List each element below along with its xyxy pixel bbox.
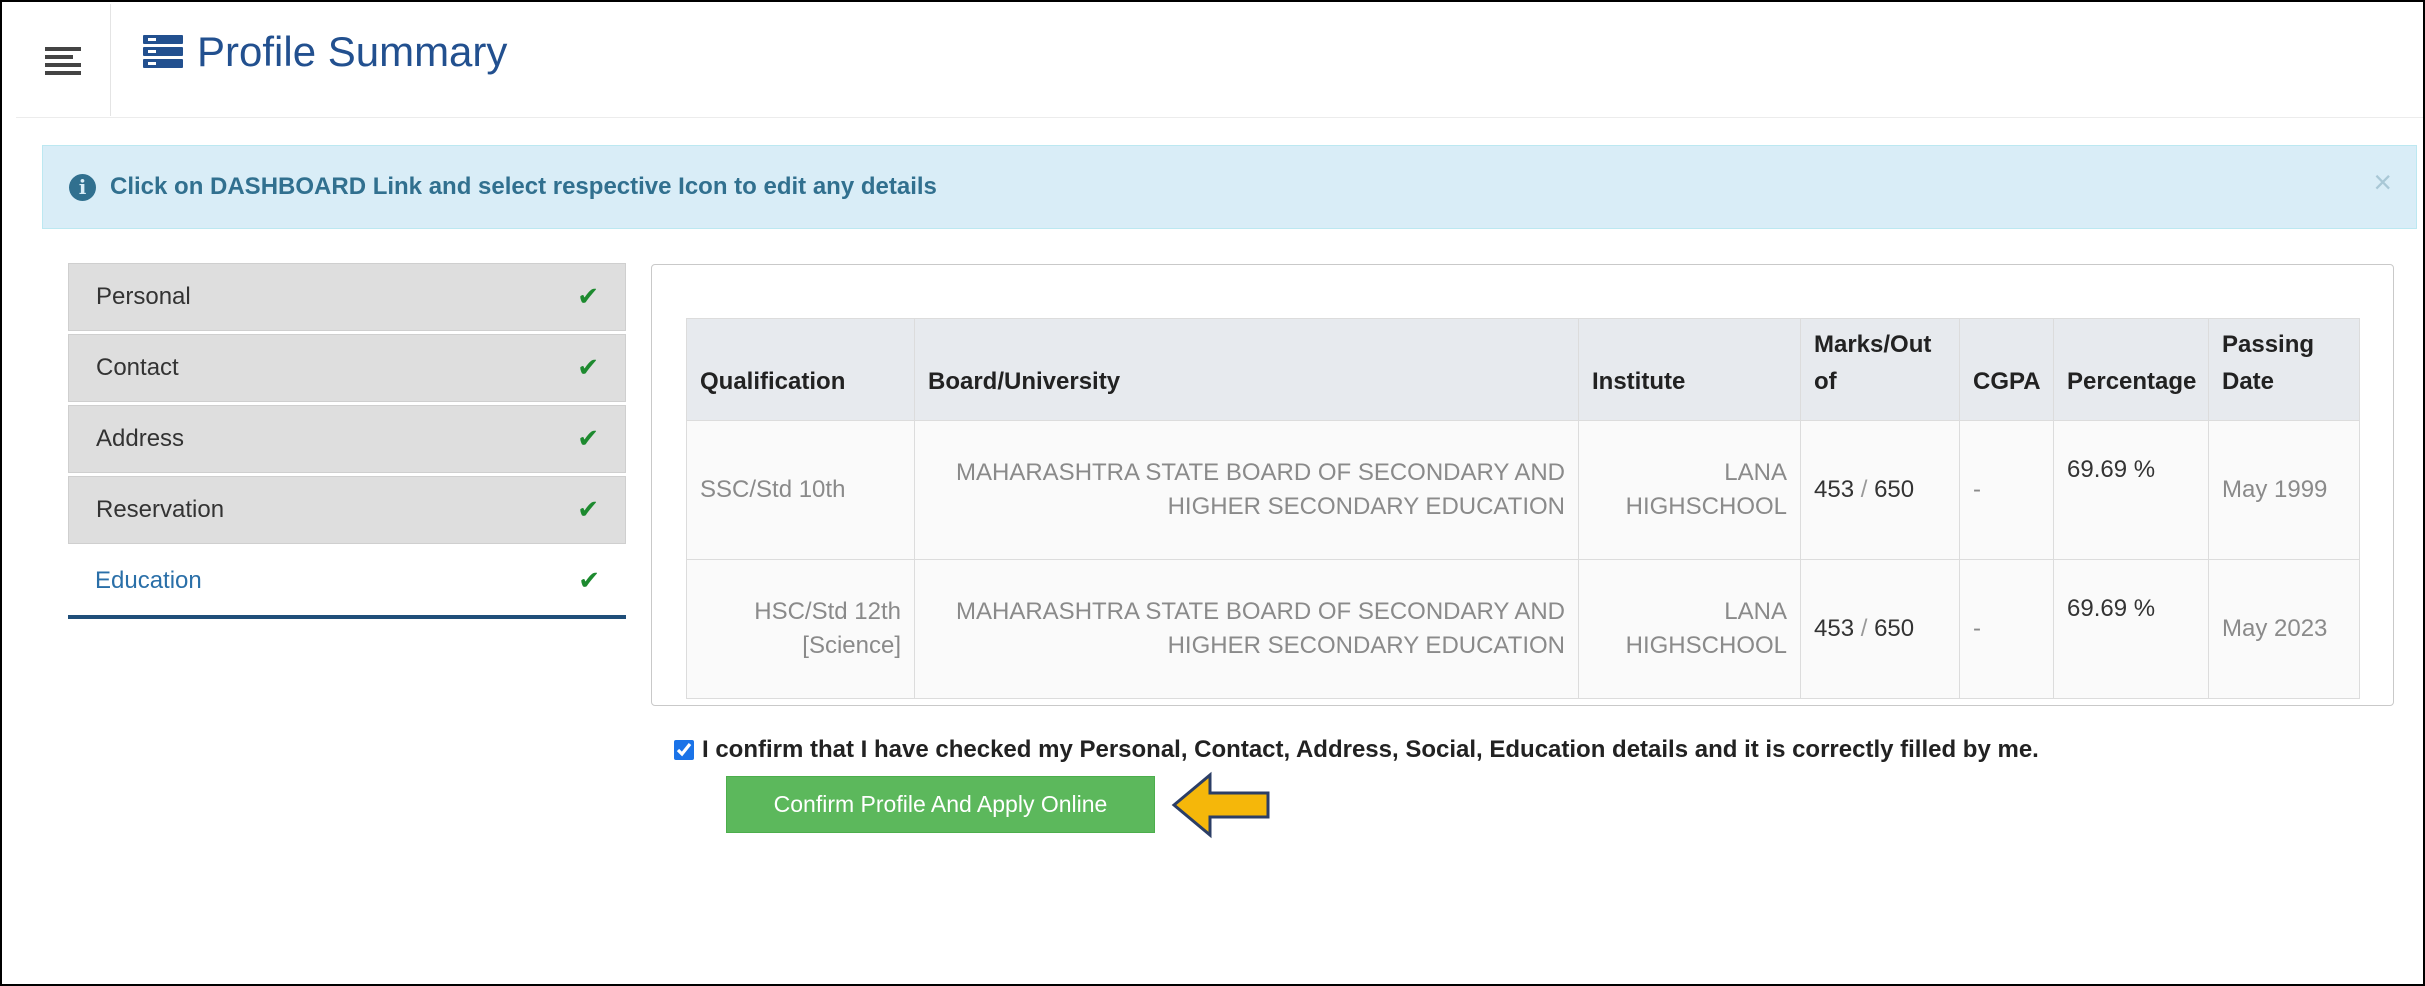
tab-label: Contact [96,354,179,381]
tab-education[interactable]: Education ✔ [68,547,626,619]
board-cell: MAHARASHTRA STATE BOARD OF SECONDARY AND… [914,559,1579,699]
page-title: Profile Summary [197,28,508,75]
tab-label: Education [95,567,202,594]
marks-value: 453 [1814,476,1855,503]
qualification-cell: HSC/Std 12th [Science] [686,559,915,699]
tab-personal[interactable]: Personal ✔ [68,263,626,331]
alert-message: Click on DASHBOARD Link and select respe… [110,173,937,200]
column-header: Board/University [914,318,1579,421]
passing-date-cell: May 2023 [2208,559,2360,699]
check-icon: ✔ [578,566,600,596]
table-row: HSC/Std 12th [Science] MAHARASHTRA STATE… [686,559,2360,699]
list-icon [143,35,183,68]
qualification-cell: SSC/Std 10th [686,420,915,560]
out-of-value: 650 [1874,615,1915,642]
tab-label: Reservation [96,496,225,523]
table-row: SSC/Std 10th MAHARASHTRA STATE BOARD OF … [686,420,2360,560]
profile-section-tabs: Personal ✔ Contact ✔ Address ✔ Reservati… [68,263,626,622]
confirm-checkbox[interactable] [674,740,694,760]
check-icon: ✔ [577,353,599,383]
check-icon: ✔ [577,282,599,312]
marks-cell: 453 / 650 [1800,559,1960,699]
education-panel: Qualification Board/University Institute… [651,264,2394,706]
confirm-row: I confirm that I have checked my Persona… [674,736,2039,764]
cgpa-cell: - [1959,559,2054,699]
table-header-row: Qualification Board/University Institute… [686,318,2360,421]
check-icon: ✔ [577,424,599,454]
tab-label: Address [96,425,185,452]
passing-date-cell: May 1999 [2208,420,2360,560]
hamburger-menu-icon [45,47,81,75]
cgpa-cell: - [1959,420,2054,560]
column-header: Institute [1578,318,1801,421]
marks-cell: 453 / 650 [1800,420,1960,560]
info-alert: i Click on DASHBOARD Link and select res… [42,145,2417,229]
column-header: Marks/Out of [1800,318,1960,421]
column-header: CGPA [1959,318,2054,421]
tab-contact[interactable]: Contact ✔ [68,334,626,402]
percentage-cell: 69.69 % [2053,420,2209,560]
header-divider [16,117,2423,118]
board-cell: MAHARASHTRA STATE BOARD OF SECONDARY AND… [914,420,1579,560]
info-icon: i [69,173,96,201]
tab-reservation[interactable]: Reservation ✔ [68,476,626,544]
column-header: Qualification [686,318,915,421]
column-header: Percentage [2053,318,2209,421]
marks-value: 453 [1814,615,1855,642]
column-header: Passing Date [2208,318,2360,421]
tab-label: Personal [96,283,191,310]
sidebar-toggle-button[interactable] [16,4,111,116]
tab-address[interactable]: Address ✔ [68,405,626,473]
institute-cell: LANA HIGHSCHOOL [1578,559,1801,699]
arrow-left-icon [1171,771,1270,839]
education-table: Qualification Board/University Institute… [686,318,2360,699]
out-of-value: 650 [1874,476,1915,503]
confirm-apply-button[interactable]: Confirm Profile And Apply Online [726,776,1155,833]
percentage-cell: 69.69 % [2053,559,2209,699]
close-icon[interactable]: × [2373,164,2392,201]
confirm-label: I confirm that I have checked my Persona… [702,736,2039,763]
page-header: Profile Summary [143,28,507,76]
check-icon: ✔ [577,495,599,525]
institute-cell: LANA HIGHSCHOOL [1578,420,1801,560]
